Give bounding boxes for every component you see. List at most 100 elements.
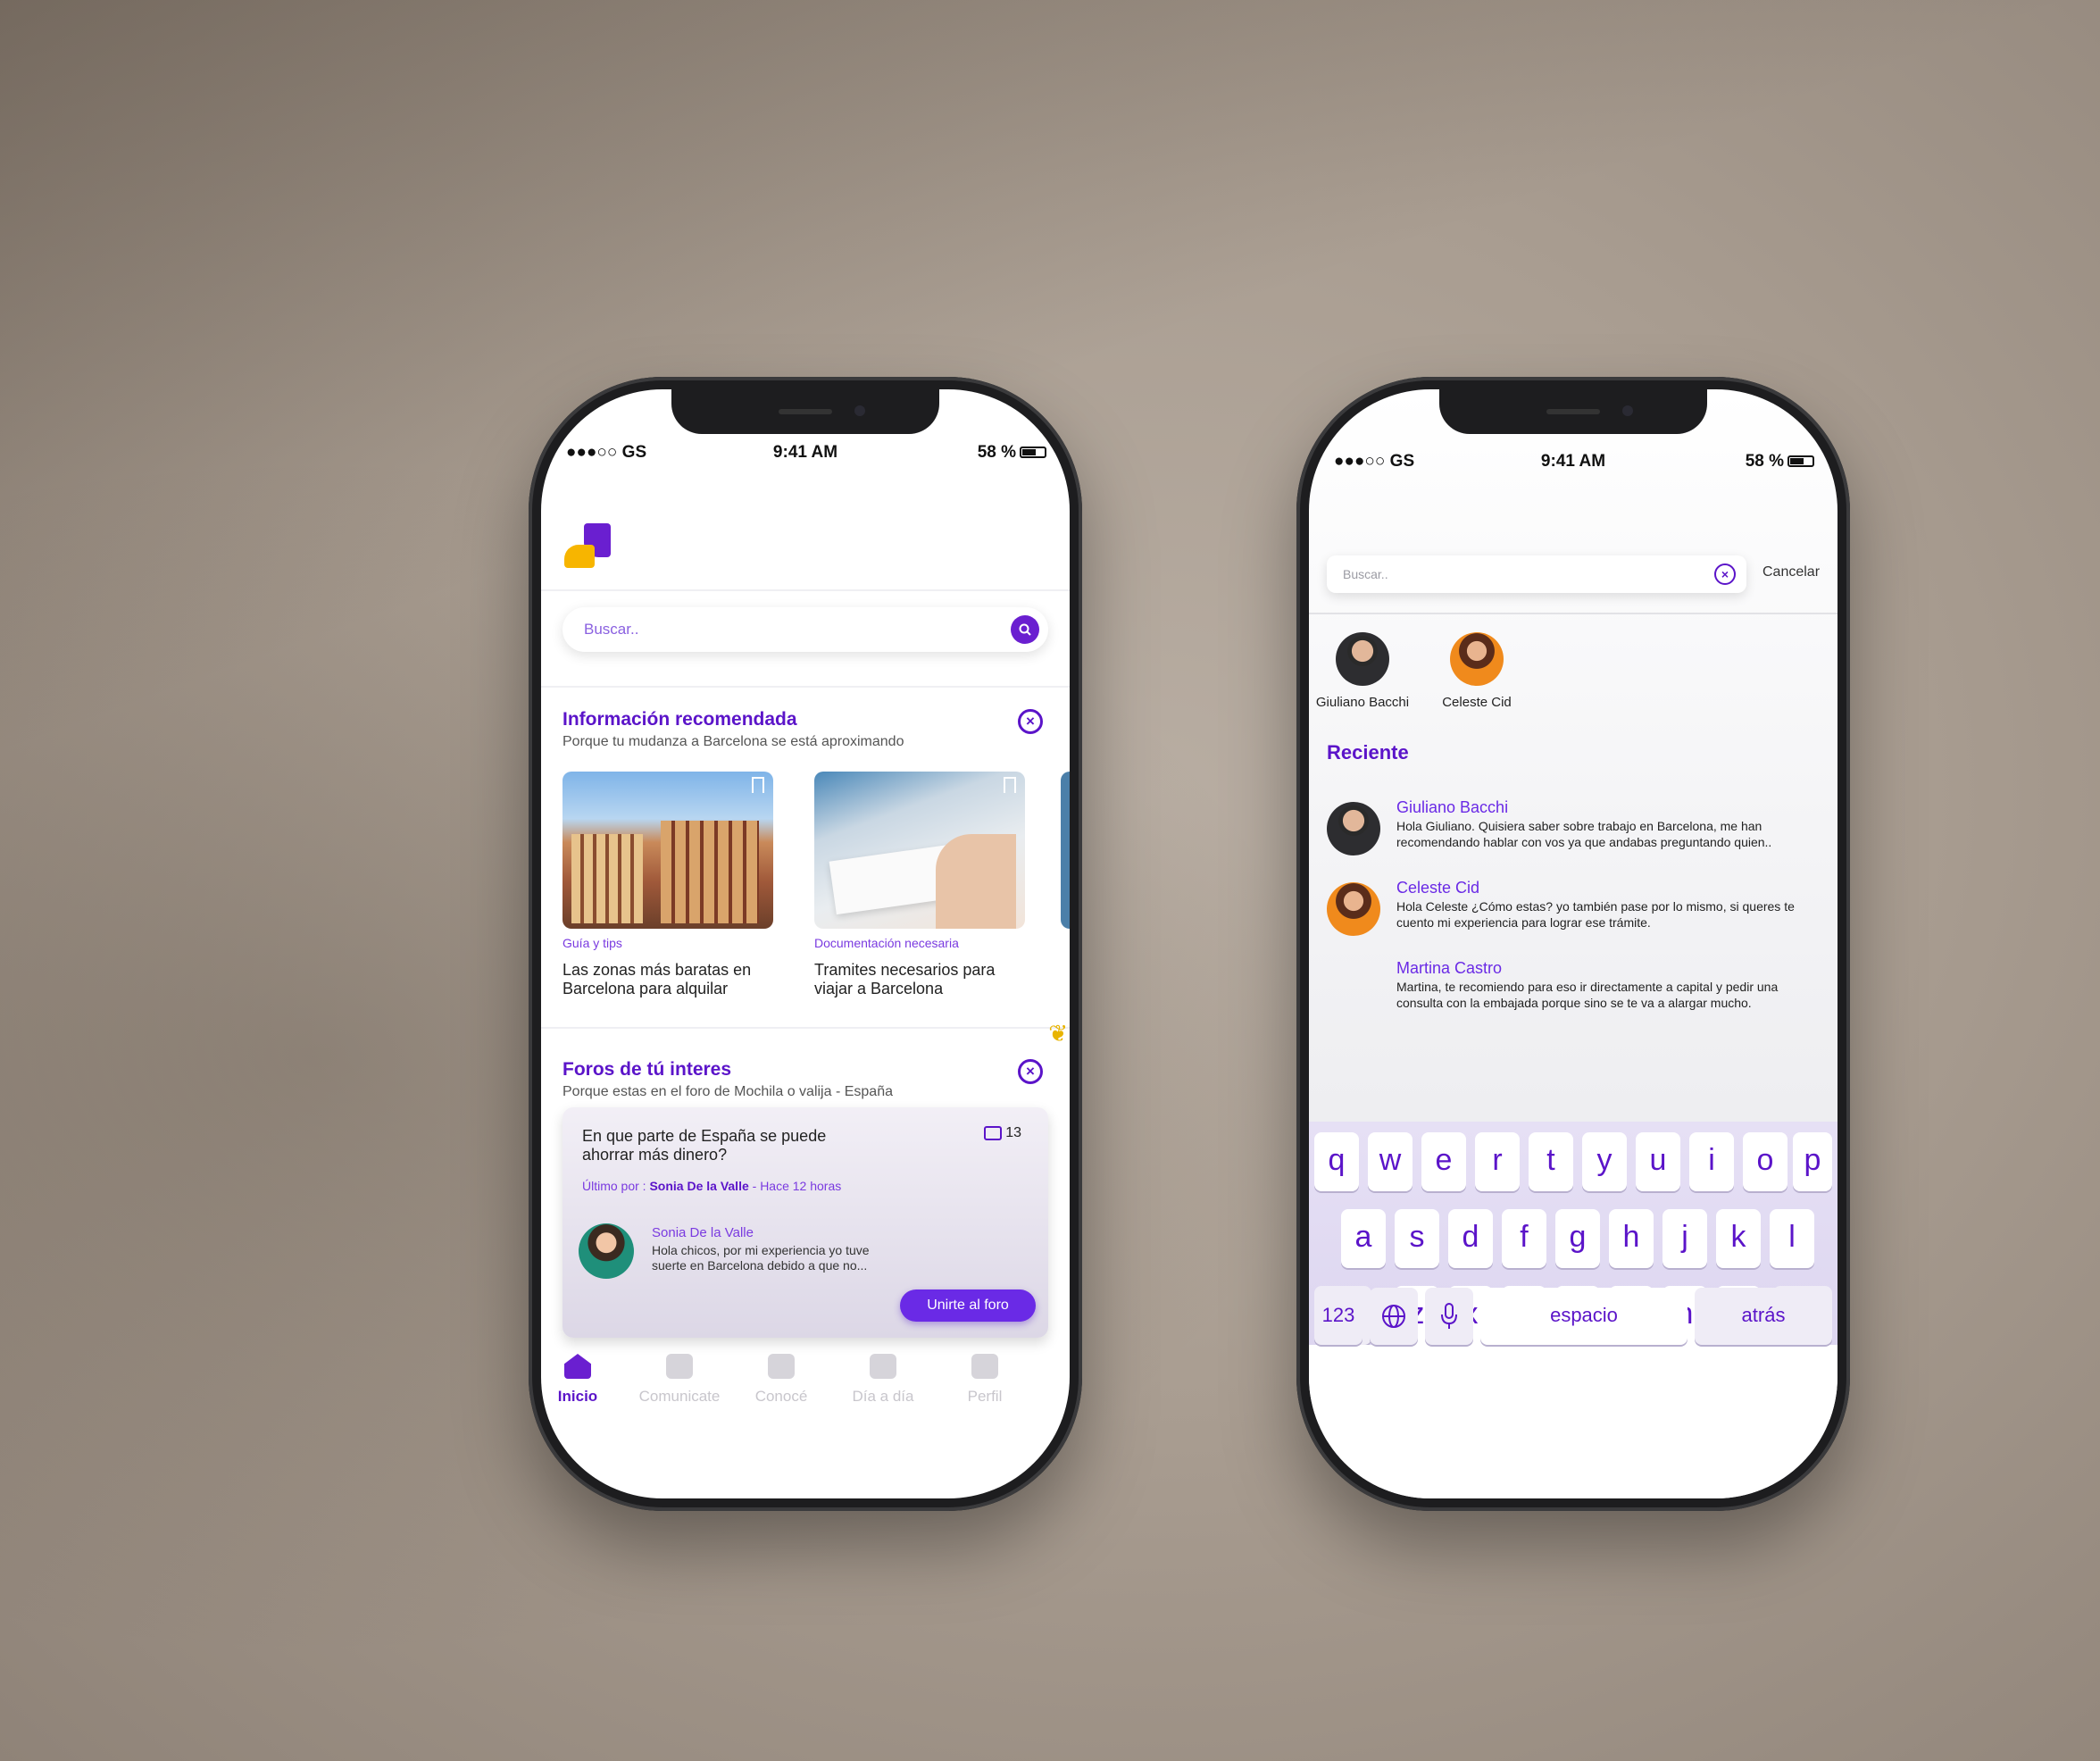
article-card[interactable]: Documentación necesaria Tramites necesar… bbox=[814, 772, 1025, 998]
divider bbox=[541, 589, 1070, 591]
join-forum-button[interactable]: Unirte al foro bbox=[900, 1289, 1036, 1322]
tab-label: Día a día bbox=[852, 1388, 914, 1405]
avatar[interactable] bbox=[579, 1223, 634, 1279]
notch bbox=[1439, 389, 1707, 434]
battery-icon bbox=[1788, 455, 1814, 468]
tab-dia-a-dia[interactable]: Día a día bbox=[834, 1354, 932, 1406]
divider bbox=[1309, 613, 1838, 614]
tab-comunicate[interactable]: Comunicate bbox=[630, 1354, 729, 1406]
key-y[interactable]: y bbox=[1582, 1132, 1627, 1191]
battery-percent: 58 % bbox=[977, 443, 1016, 462]
article-category: Guía y tips bbox=[562, 936, 622, 950]
search-button[interactable] bbox=[1011, 615, 1039, 644]
recent-name: Giuliano Bacchi bbox=[1396, 798, 1509, 816]
recent-item[interactable]: Celeste Cid Hola Celeste ¿Cómo estas? yo… bbox=[1327, 879, 1820, 943]
forums-subtitle: Porque estas en el foro de Mochila o val… bbox=[562, 1084, 893, 1099]
bookmark-icon[interactable] bbox=[1004, 777, 1016, 793]
forum-author: Sonia De la Valle bbox=[652, 1225, 754, 1240]
key-u[interactable]: u bbox=[1636, 1132, 1680, 1191]
article-title: Tramites necesarios para viajar a Barcel… bbox=[814, 961, 996, 997]
globe-key[interactable] bbox=[1370, 1288, 1418, 1345]
article-title: Las zonas más baratas en Barcelona para … bbox=[562, 961, 752, 997]
close-forums-icon[interactable]: × bbox=[1018, 1059, 1043, 1084]
article-category: Documentación necesaria bbox=[814, 936, 959, 950]
key-l[interactable]: l bbox=[1770, 1209, 1814, 1268]
contact-name: Celeste Cid bbox=[1442, 695, 1512, 710]
contact-suggestion[interactable]: Giuliano Bacchi bbox=[1309, 632, 1416, 710]
forum-card[interactable]: En que parte de España se puede ahorrar … bbox=[562, 1107, 1048, 1338]
divider bbox=[541, 1027, 1070, 1029]
recent-message: Hola Giuliano. Quisiera saber sobre trab… bbox=[1396, 819, 1772, 849]
plane-icon bbox=[768, 1354, 795, 1379]
key-w[interactable]: w bbox=[1368, 1132, 1412, 1191]
close-recommended-icon[interactable]: × bbox=[1018, 709, 1043, 734]
phone-search: ●●●○○ GS 9:41 AM 58 % Buscar.. × Cancela… bbox=[1296, 377, 1850, 1511]
tab-label: Comunicate bbox=[638, 1388, 721, 1405]
app-logo[interactable] bbox=[564, 523, 611, 568]
tab-label: Perfil bbox=[967, 1388, 1003, 1405]
recent-title: Reciente bbox=[1327, 741, 1409, 764]
last-by-name: Sonia De la Valle bbox=[649, 1179, 749, 1193]
bookmark-icon[interactable] bbox=[752, 777, 764, 793]
key-t[interactable]: t bbox=[1529, 1132, 1573, 1191]
avatar bbox=[1327, 882, 1380, 936]
article-card-peek[interactable] bbox=[1061, 772, 1070, 929]
avatar bbox=[1450, 632, 1504, 686]
key-q[interactable]: q bbox=[1314, 1132, 1359, 1191]
key-k[interactable]: k bbox=[1716, 1209, 1761, 1268]
article-image bbox=[814, 772, 1025, 929]
comment-count: 13 bbox=[984, 1125, 1021, 1141]
recent-item[interactable]: Giuliano Bacchi Hola Giuliano. Quisiera … bbox=[1327, 798, 1820, 863]
user-icon bbox=[971, 1354, 998, 1379]
key-o[interactable]: o bbox=[1743, 1132, 1788, 1191]
article-card[interactable]: Guía y tips Las zonas más baratas en Bar… bbox=[562, 772, 773, 998]
key-r[interactable]: r bbox=[1475, 1132, 1520, 1191]
search-input[interactable]: Buscar.. bbox=[1343, 567, 1388, 581]
key-d[interactable]: d bbox=[1448, 1209, 1493, 1268]
key-e[interactable]: e bbox=[1421, 1132, 1466, 1191]
notch bbox=[671, 389, 939, 434]
status-bar: ●●●○○ GS 9:41 AM 58 % bbox=[541, 443, 1070, 470]
cancel-button[interactable]: Cancelar bbox=[1746, 564, 1836, 580]
recent-name: Martina Castro bbox=[1396, 959, 1503, 977]
key-j[interactable]: j bbox=[1662, 1209, 1707, 1268]
microphone-key[interactable] bbox=[1425, 1288, 1473, 1345]
key-i[interactable]: i bbox=[1689, 1132, 1734, 1191]
phone-home: ●●●○○ GS 9:41 AM 58 % Buscar.. Informaci… bbox=[529, 377, 1082, 1511]
search-icon bbox=[1019, 623, 1031, 636]
tab-inicio[interactable]: Inicio bbox=[541, 1354, 627, 1406]
battery-status: 58 % bbox=[1746, 452, 1814, 472]
recent-message: Martina, te recomiendo para eso ir direc… bbox=[1396, 980, 1779, 1010]
tab-conoce[interactable]: Conocé bbox=[732, 1354, 830, 1406]
recent-message: Hola Celeste ¿Cómo estas? yo también pas… bbox=[1396, 899, 1795, 930]
contact-suggestion[interactable]: Celeste Cid bbox=[1423, 632, 1530, 710]
key-g[interactable]: g bbox=[1555, 1209, 1600, 1268]
avatar bbox=[1336, 632, 1389, 686]
key-p[interactable]: p bbox=[1793, 1132, 1832, 1191]
globe-icon bbox=[1382, 1305, 1405, 1328]
key-a[interactable]: a bbox=[1341, 1209, 1386, 1268]
tab-perfil[interactable]: Perfil bbox=[936, 1354, 1034, 1406]
forum-last-post: Último por : Sonia De la Valle - Hace 12… bbox=[582, 1179, 841, 1193]
space-key[interactable]: espacio bbox=[1480, 1288, 1688, 1345]
forum-message: Hola chicos, por mi experiencia yo tuve … bbox=[652, 1243, 870, 1273]
last-by-time: - Hace 12 horas bbox=[752, 1179, 842, 1193]
clear-search-icon[interactable]: × bbox=[1714, 563, 1736, 585]
key-h[interactable]: h bbox=[1609, 1209, 1654, 1268]
microphone-icon bbox=[1441, 1303, 1457, 1329]
key-s[interactable]: s bbox=[1395, 1209, 1439, 1268]
return-key[interactable]: atrás bbox=[1695, 1288, 1832, 1345]
keyboard-row: a s d f g h j k l bbox=[1309, 1209, 1838, 1268]
recent-item[interactable]: Martina Castro Martina, te recomiendo pa… bbox=[1327, 959, 1820, 1023]
search-bar[interactable]: Buscar.. bbox=[562, 607, 1048, 652]
key-f[interactable]: f bbox=[1502, 1209, 1546, 1268]
chat-icon bbox=[666, 1354, 693, 1379]
numbers-key[interactable]: 123 bbox=[1314, 1288, 1362, 1345]
search-bar[interactable]: Buscar.. × bbox=[1327, 555, 1746, 593]
location-pin-icon bbox=[870, 1354, 896, 1379]
tab-label: Conocé bbox=[754, 1388, 808, 1405]
last-by-label: Último por : bbox=[582, 1179, 646, 1193]
search-screen: ●●●○○ GS 9:41 AM 58 % Buscar.. × Cancela… bbox=[1309, 389, 1838, 1498]
status-bar: ●●●○○ GS 9:41 AM 58 % bbox=[1309, 452, 1838, 479]
search-input[interactable]: Buscar.. bbox=[584, 621, 638, 638]
